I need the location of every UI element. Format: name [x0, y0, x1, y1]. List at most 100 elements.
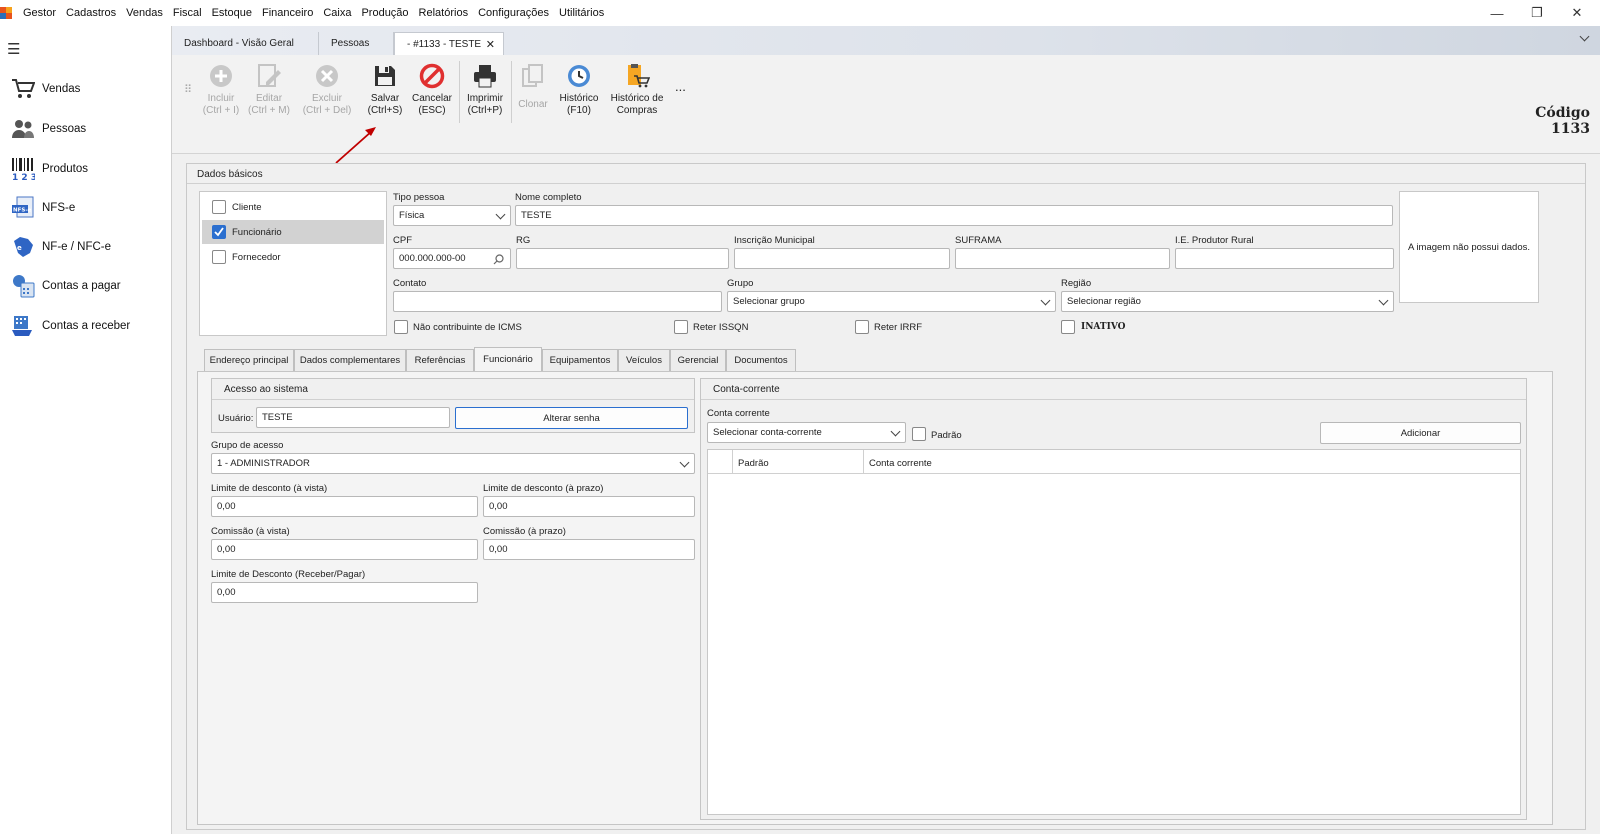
salvar-button[interactable]: Salvar (Ctrl+S) [364, 61, 406, 117]
sidebar-item-produtos[interactable]: 1 2 3 Produtos [10, 154, 88, 184]
subtab-gerencial[interactable]: Gerencial [670, 349, 726, 371]
adicionar-button[interactable]: Adicionar [1320, 422, 1521, 444]
subtab-referencias[interactable]: Referências [406, 349, 474, 371]
drag-handle-icon[interactable]: ⠿ [184, 83, 192, 96]
menu-caixa[interactable]: Caixa [318, 0, 356, 26]
menu-configuracoes[interactable]: Configurações [473, 0, 554, 26]
sidebar-item-label: Contas a receber [42, 320, 131, 332]
alterar-senha-button[interactable]: Alterar senha [455, 407, 688, 429]
tipo-pessoa-select[interactable]: Física [393, 205, 511, 226]
more-options-button[interactable]: ... [675, 79, 686, 94]
incluir-button[interactable]: Incluir (Ctrl + I) [198, 61, 244, 117]
comissao-prazo-input[interactable]: 0,00 [483, 539, 695, 560]
historico-button[interactable]: Histórico (F10) [556, 61, 602, 117]
tb-label: Excluir [311, 93, 342, 104]
padrao-checkbox[interactable] [912, 427, 926, 441]
input-value: TESTE [521, 210, 552, 221]
edit-document-icon [254, 61, 284, 91]
cpf-input[interactable]: 000.000.000-00 [393, 248, 511, 269]
suframa-input[interactable] [955, 248, 1170, 269]
cliente-checkbox[interactable] [212, 200, 226, 214]
menu-cadastros[interactable]: Cadastros [61, 0, 121, 26]
tab-pessoa-1133[interactable]: - #1133 - TESTE ✕ [394, 32, 504, 55]
sidebar-item-pessoas[interactable]: Pessoas [10, 114, 86, 144]
tb-label: Histórico [559, 93, 599, 104]
subtab-veiculos[interactable]: Veículos [618, 349, 670, 371]
regiao-select[interactable]: Selecionar região [1061, 291, 1394, 312]
search-icon[interactable] [493, 254, 504, 265]
imprimir-button[interactable]: Imprimir (Ctrl+P) [463, 61, 507, 117]
divider [701, 399, 1526, 400]
grupo-acesso-select[interactable]: 1 - ADMINISTRADOR [211, 453, 695, 474]
limite-vista-input[interactable]: 0,00 [211, 496, 478, 517]
historico-compras-button[interactable]: Histórico de Compras [607, 61, 667, 117]
limite-receber-input[interactable]: 0,00 [211, 582, 478, 603]
hamburger-menu-icon[interactable]: ☰ [7, 40, 20, 58]
cancel-icon [417, 61, 447, 91]
sidebar-item-nfse[interactable]: NFS-e NFS-e [10, 193, 75, 223]
nao-contribuinte-checkbox[interactable] [394, 320, 408, 334]
excluir-button[interactable]: Excluir (Ctrl + Del) [299, 61, 355, 117]
cancelar-button[interactable]: Cancelar (ESC) [410, 61, 454, 117]
menu-gestor[interactable]: Gestor [18, 0, 61, 26]
sidebar-item-contas-receber[interactable]: Contas a receber [10, 311, 130, 341]
grupo-select[interactable]: Selecionar grupo [727, 291, 1056, 312]
subtab-dados-complementares[interactable]: Dados complementares [294, 349, 406, 371]
col-conta-header[interactable]: Conta corrente [869, 458, 932, 469]
toolbar-separator [511, 61, 512, 123]
limite-prazo-input[interactable]: 0,00 [483, 496, 695, 517]
menu-estoque[interactable]: Estoque [207, 0, 257, 26]
subtab-equipamentos[interactable]: Equipamentos [542, 349, 618, 371]
tb-label: Salvar [370, 93, 400, 104]
comissao-vista-input[interactable]: 0,00 [211, 539, 478, 560]
ie-produtor-input[interactable] [1175, 248, 1394, 269]
editar-button[interactable]: Editar (Ctrl + M) [244, 61, 294, 117]
rg-input[interactable] [516, 248, 729, 269]
ie-produtor-label: I.E. Produtor Rural [1175, 235, 1254, 246]
tab-dashboard[interactable]: Dashboard - Visão Geral [172, 32, 319, 55]
subtab-funcionario[interactable]: Funcionário [474, 347, 542, 371]
menu-bar: Gestor Cadastros Vendas Fiscal Estoque F… [0, 0, 1600, 26]
inativo-checkbox[interactable] [1061, 320, 1075, 334]
floppy-disk-icon [370, 61, 400, 91]
x-circle-icon [312, 61, 342, 91]
sidebar-item-vendas[interactable]: Vendas [10, 74, 80, 104]
acesso-sistema-title: Acesso ao sistema [224, 384, 308, 395]
menu-utilitarios[interactable]: Utilitários [554, 0, 609, 26]
fornecedor-checkbox[interactable] [212, 250, 226, 264]
reter-issqn-checkbox[interactable] [674, 320, 688, 334]
menu-fiscal[interactable]: Fiscal [168, 0, 207, 26]
tb-label: Incluir [207, 93, 235, 104]
menu-vendas[interactable]: Vendas [121, 0, 168, 26]
menu-financeiro[interactable]: Financeiro [257, 0, 318, 26]
acesso-sistema-group: Acesso ao sistema Usuário: TESTE Alterar… [211, 378, 695, 433]
column-divider [732, 450, 733, 474]
subtab-endereco[interactable]: Endereço principal [204, 349, 294, 371]
col-padrao-header[interactable]: Padrão [738, 458, 769, 469]
menu-producao[interactable]: Produção [356, 0, 413, 26]
subtab-documentos[interactable]: Documentos [726, 349, 796, 371]
image-placeholder[interactable]: A imagem não possui dados. [1399, 191, 1539, 303]
rg-label: RG [516, 235, 531, 246]
close-tab-icon[interactable]: ✕ [486, 38, 495, 51]
printer-icon [470, 61, 500, 91]
reter-irrf-checkbox[interactable] [855, 320, 869, 334]
limite-prazo-label: Limite de desconto (à prazo) [483, 483, 604, 494]
input-value: TESTE [262, 412, 293, 423]
nome-completo-input[interactable]: TESTE [515, 205, 1393, 226]
conta-corrente-select[interactable]: Selecionar conta-corrente [707, 422, 906, 443]
close-window-icon[interactable]: ✕ [1554, 0, 1600, 26]
sidebar-item-contas-pagar[interactable]: Contas a pagar [10, 271, 121, 301]
funcionario-row[interactable] [202, 220, 384, 244]
sidebar-item-nfe[interactable]: e NF-e / NFC-e [10, 232, 111, 262]
menu-relatorios[interactable]: Relatórios [414, 0, 474, 26]
funcionario-checkbox[interactable] [212, 225, 226, 239]
inscricao-municipal-input[interactable] [734, 248, 950, 269]
codigo-display: Código 1133 [1535, 105, 1590, 137]
tab-pessoas[interactable]: Pessoas [319, 32, 394, 55]
usuario-input[interactable]: TESTE [256, 407, 450, 428]
tab-list-chevron-icon[interactable] [1579, 31, 1590, 42]
clonar-button[interactable]: Clonar [515, 61, 551, 111]
sidebar-item-label: Produtos [42, 163, 89, 175]
contato-input[interactable] [393, 291, 722, 312]
